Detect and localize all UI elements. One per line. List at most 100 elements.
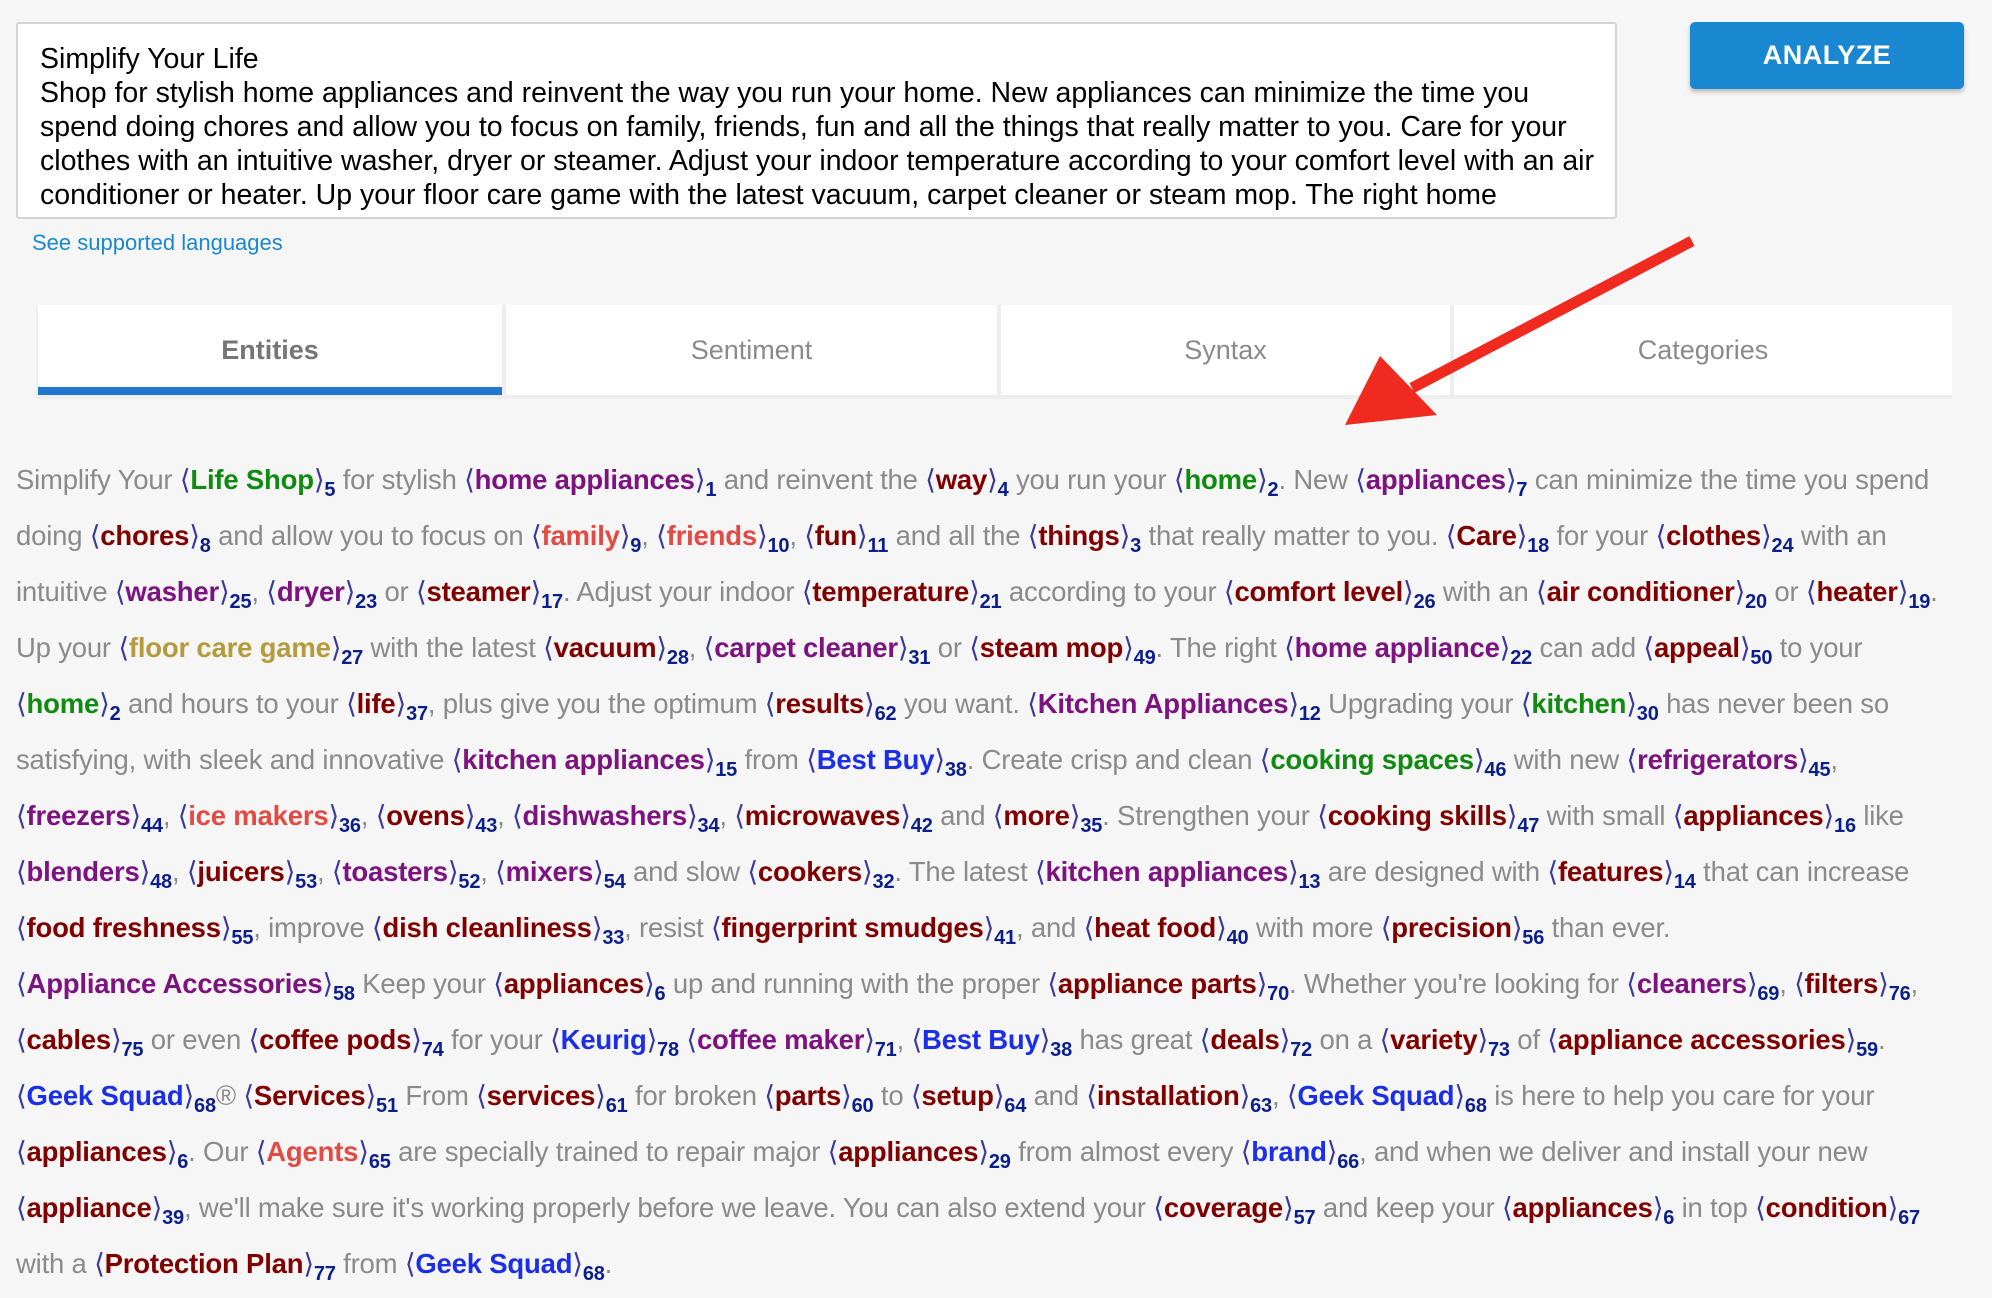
entity-mention[interactable]: ⟨features⟩14 — [1547, 856, 1696, 892]
left-angle-bracket-icon: ⟨ — [1502, 1192, 1513, 1223]
entity-mention[interactable]: ⟨Services⟩51 — [243, 1080, 398, 1116]
tab-entities[interactable]: Entities — [38, 305, 502, 395]
entity-mention[interactable]: ⟨results⟩62 — [765, 688, 897, 724]
entity-mention[interactable]: ⟨blenders⟩48 — [16, 856, 172, 892]
entity-mention[interactable]: ⟨food freshness⟩55 — [16, 912, 253, 948]
entity-mention[interactable]: ⟨cooking skills⟩47 — [1317, 800, 1539, 836]
entity-mention[interactable]: ⟨Agents⟩65 — [256, 1136, 391, 1172]
entity-mention[interactable]: ⟨air conditioner⟩20 — [1536, 576, 1767, 612]
entity-mention[interactable]: ⟨way⟩4 — [925, 464, 1009, 500]
entity-mention[interactable]: ⟨vacuum⟩28 — [543, 632, 689, 668]
entity-mention[interactable]: ⟨deals⟩72 — [1200, 1024, 1312, 1060]
entity-mention[interactable]: ⟨temperature⟩21 — [802, 576, 1002, 612]
entity-mention[interactable]: ⟨appliances⟩6 — [493, 968, 665, 1004]
entity-mention[interactable]: ⟨appliances⟩6 — [1502, 1192, 1674, 1228]
entity-mention[interactable]: ⟨appliances⟩6 — [16, 1136, 188, 1172]
entity-mention[interactable]: ⟨floor care game⟩27 — [118, 632, 363, 668]
entity-mention[interactable]: ⟨dish cleanliness⟩33 — [372, 912, 624, 948]
entity-mention[interactable]: ⟨Geek Squad⟩68 — [405, 1248, 605, 1284]
entity-mention[interactable]: ⟨dryer⟩23 — [266, 576, 377, 612]
entity-mention[interactable]: ⟨appliance accessories⟩59 — [1547, 1024, 1878, 1060]
entity-mention[interactable]: ⟨freezers⟩44 — [16, 800, 163, 836]
entity-mention[interactable]: ⟨home⟩2 — [16, 688, 121, 724]
entity-index: 4 — [997, 479, 1009, 501]
entity-mention[interactable]: ⟨kitchen appliances⟩15 — [452, 744, 738, 780]
analyze-button[interactable]: ANALYZE — [1690, 22, 1964, 89]
entity-mention[interactable]: ⟨Keurig⟩78 — [550, 1024, 679, 1060]
entity-mention[interactable]: ⟨Appliance Accessories⟩58 — [16, 968, 355, 1004]
entity-mention[interactable]: ⟨setup⟩64 — [911, 1080, 1026, 1116]
entity-mention[interactable]: ⟨heater⟩19 — [1806, 576, 1930, 612]
entity-mention[interactable]: ⟨appliances⟩29 — [828, 1136, 1011, 1172]
entity-mention[interactable]: ⟨juicers⟩53 — [187, 856, 317, 892]
entity-mention[interactable]: ⟨refrigerators⟩45 — [1627, 744, 1831, 780]
entity-name: setup — [921, 1080, 994, 1111]
entity-mention[interactable]: ⟨fun⟩11 — [804, 520, 888, 556]
entity-mention[interactable]: ⟨washer⟩25 — [115, 576, 252, 612]
entity-mention[interactable]: ⟨microwaves⟩42 — [734, 800, 933, 836]
plain-text: , — [480, 856, 496, 887]
entity-mention[interactable]: ⟨appliances⟩7 — [1355, 464, 1527, 500]
entity-mention[interactable]: ⟨coffee pods⟩74 — [249, 1024, 444, 1060]
text-input[interactable]: Simplify Your Life Shop for stylish home… — [16, 22, 1617, 219]
entity-mention[interactable]: ⟨services⟩61 — [476, 1080, 628, 1116]
supported-languages-link[interactable]: See supported languages — [32, 230, 283, 256]
entity-mention[interactable]: ⟨clothes⟩24 — [1656, 520, 1794, 556]
entity-mention[interactable]: ⟨steamer⟩17 — [416, 576, 563, 612]
entity-mention[interactable]: ⟨chores⟩8 — [90, 520, 211, 556]
plain-text: . The right — [1155, 632, 1285, 663]
entity-mention[interactable]: ⟨Care⟩18 — [1446, 520, 1549, 556]
left-angle-bracket-icon: ⟨ — [543, 632, 554, 663]
entity-mention[interactable]: ⟨cookers⟩32 — [747, 856, 894, 892]
entity-mention[interactable]: ⟨Kitchen Appliances⟩12 — [1027, 688, 1321, 724]
entity-mention[interactable]: ⟨heat food⟩40 — [1084, 912, 1249, 948]
entity-mention[interactable]: ⟨Best Buy⟩38 — [806, 744, 967, 780]
entity-mention[interactable]: ⟨Geek Squad⟩68 — [16, 1080, 216, 1116]
entity-mention[interactable]: ⟨carpet cleaner⟩31 — [704, 632, 931, 668]
tab-sentiment[interactable]: Sentiment — [506, 305, 997, 395]
entity-mention[interactable]: ⟨dishwashers⟩34 — [512, 800, 720, 836]
entity-mention[interactable]: ⟨Protection Plan⟩77 — [94, 1248, 336, 1284]
entity-mention[interactable]: ⟨Geek Squad⟩68 — [1287, 1080, 1487, 1116]
entity-mention[interactable]: ⟨appliance parts⟩70 — [1047, 968, 1289, 1004]
entity-mention[interactable]: ⟨Life Shop⟩5 — [180, 464, 336, 500]
entity-mention[interactable]: ⟨mixers⟩54 — [495, 856, 626, 892]
entity-mention[interactable]: ⟨coverage⟩57 — [1153, 1192, 1315, 1228]
entity-mention[interactable]: ⟨appeal⟩50 — [1643, 632, 1772, 668]
entity-mention[interactable]: ⟨parts⟩60 — [764, 1080, 873, 1116]
entity-mention[interactable]: ⟨variety⟩73 — [1380, 1024, 1510, 1060]
entity-mention[interactable]: ⟨kitchen⟩30 — [1521, 688, 1659, 724]
entity-mention[interactable]: ⟨life⟩37 — [346, 688, 428, 724]
entity-mention[interactable]: ⟨home appliance⟩22 — [1284, 632, 1532, 668]
right-angle-bracket-icon: ⟩ — [1897, 576, 1909, 607]
tab-syntax[interactable]: Syntax — [1001, 305, 1450, 395]
entity-mention[interactable]: ⟨appliances⟩16 — [1673, 800, 1856, 836]
entity-mention[interactable]: ⟨friends⟩10 — [656, 520, 789, 556]
entity-mention[interactable]: ⟨home appliances⟩1 — [464, 464, 716, 500]
entity-mention[interactable]: ⟨Best Buy⟩38 — [912, 1024, 1073, 1060]
entity-mention[interactable]: ⟨family⟩9 — [531, 520, 641, 556]
entity-mention[interactable]: ⟨cooking spaces⟩46 — [1260, 744, 1507, 780]
entity-mention[interactable]: ⟨appliance⟩39 — [16, 1192, 184, 1228]
entity-mention[interactable]: ⟨cleaners⟩69 — [1626, 968, 1779, 1004]
entity-mention[interactable]: ⟨comfort level⟩26 — [1224, 576, 1436, 612]
entity-mention[interactable]: ⟨home⟩2 — [1174, 464, 1279, 500]
entity-mention[interactable]: ⟨precision⟩56 — [1381, 912, 1545, 948]
entity-mention[interactable]: ⟨toasters⟩52 — [332, 856, 481, 892]
entity-mention[interactable]: ⟨coffee maker⟩71 — [686, 1024, 896, 1060]
entity-name: appliances — [1683, 800, 1824, 831]
entity-mention[interactable]: ⟨steam mop⟩49 — [969, 632, 1156, 668]
entity-mention[interactable]: ⟨brand⟩66 — [1241, 1136, 1360, 1172]
entity-mention[interactable]: ⟨fingerprint smudges⟩41 — [711, 912, 1016, 948]
entity-index: 15 — [715, 759, 738, 781]
entity-mention[interactable]: ⟨ovens⟩43 — [376, 800, 498, 836]
entity-mention[interactable]: ⟨more⟩35 — [993, 800, 1103, 836]
entity-mention[interactable]: ⟨filters⟩76 — [1794, 968, 1911, 1004]
entity-mention[interactable]: ⟨installation⟩63 — [1086, 1080, 1272, 1116]
entity-mention[interactable]: ⟨kitchen appliances⟩13 — [1035, 856, 1321, 892]
tab-categories[interactable]: Categories — [1454, 305, 1952, 395]
entity-mention[interactable]: ⟨ice makers⟩36 — [178, 800, 361, 836]
entity-mention[interactable]: ⟨things⟩3 — [1028, 520, 1141, 556]
entity-mention[interactable]: ⟨cables⟩75 — [16, 1024, 144, 1060]
entity-mention[interactable]: ⟨condition⟩67 — [1755, 1192, 1920, 1228]
